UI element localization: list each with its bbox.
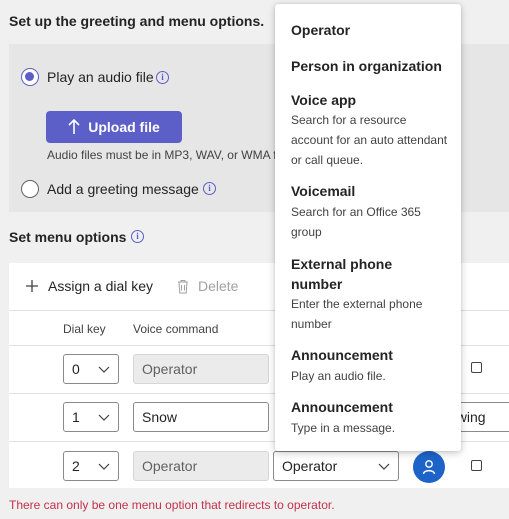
assign-dial-key-label: Assign a dial key bbox=[48, 278, 154, 294]
dial-key-column-header: Dial key bbox=[63, 322, 106, 336]
dial-key-value: 1 bbox=[72, 409, 80, 425]
info-icon[interactable]: i bbox=[156, 71, 169, 84]
audio-hint: Audio files must be in MP3, WAV, or WMA … bbox=[47, 148, 277, 162]
menu-heading: Set menu options bbox=[9, 229, 127, 245]
menu-item-voicemail-desc: Search for an Office 365 group bbox=[291, 205, 421, 239]
dial-key-value: 2 bbox=[72, 458, 80, 474]
play-audio-label: Play an audio file bbox=[47, 69, 154, 85]
dial-key-select[interactable]: 0 bbox=[63, 354, 119, 384]
menu-item-external-phone-number-desc: Enter the external phone number bbox=[291, 297, 423, 331]
info-icon[interactable]: i bbox=[203, 182, 216, 195]
menu-item-announcement-audio-desc: Play an audio file. bbox=[291, 369, 386, 383]
dial-key-select[interactable]: 2 bbox=[63, 451, 119, 481]
delete-label: Delete bbox=[198, 278, 239, 294]
play-audio-radio[interactable] bbox=[21, 68, 39, 86]
trash-icon bbox=[178, 279, 188, 293]
arrow-up-icon bbox=[68, 119, 80, 134]
row-checkbox[interactable] bbox=[471, 460, 482, 471]
upload-file-label: Upload file bbox=[88, 119, 160, 135]
info-icon[interactable]: i bbox=[131, 230, 144, 243]
plus-icon bbox=[26, 280, 38, 292]
voice-command-input[interactable]: Operator bbox=[133, 451, 269, 481]
upload-file-button[interactable]: Upload file bbox=[46, 111, 182, 143]
menu-item-announcement-audio[interactable]: Announcement bbox=[291, 345, 393, 365]
menu-item-announcement-text-desc: Type in a message. bbox=[291, 421, 396, 435]
chevron-down-icon bbox=[98, 463, 110, 470]
dial-key-value: 0 bbox=[72, 361, 80, 377]
chevron-down-icon bbox=[378, 463, 390, 470]
menu-item-external-phone-number[interactable]: External phone number bbox=[291, 254, 421, 294]
voice-command-input[interactable]: Operator bbox=[133, 354, 269, 384]
error-message: There can only be one menu option that r… bbox=[9, 498, 335, 512]
dial-key-select[interactable]: 1 bbox=[63, 402, 119, 432]
menu-item-voicemail[interactable]: Voicemail bbox=[291, 181, 355, 201]
redirect-options-menu: Operator Person in organization Voice ap… bbox=[275, 4, 461, 451]
menu-item-voice-app[interactable]: Voice app bbox=[291, 90, 356, 110]
greeting-heading: Set up the greeting and menu options. bbox=[9, 13, 265, 29]
chevron-down-icon bbox=[98, 414, 110, 421]
redirect-select[interactable]: Operator bbox=[273, 451, 399, 481]
add-greeting-label: Add a greeting message bbox=[47, 181, 199, 197]
delete-button[interactable]: Delete bbox=[177, 278, 238, 294]
menu-item-person-in-organization[interactable]: Person in organization bbox=[291, 56, 442, 76]
voice-command-column-header: Voice command bbox=[133, 322, 219, 336]
assign-dial-key-button[interactable]: Assign a dial key bbox=[25, 278, 153, 294]
menu-item-announcement-text[interactable]: Announcement bbox=[291, 397, 393, 417]
person-avatar-button[interactable] bbox=[413, 451, 445, 483]
redirect-value: Operator bbox=[282, 458, 338, 474]
menu-item-voice-app-desc: Search for a resource account for an aut… bbox=[291, 113, 448, 167]
voice-command-input[interactable]: Snow bbox=[133, 402, 269, 432]
add-greeting-radio[interactable] bbox=[21, 180, 39, 198]
person-icon bbox=[422, 460, 436, 475]
row-checkbox[interactable] bbox=[471, 362, 482, 373]
menu-item-operator[interactable]: Operator bbox=[291, 20, 350, 40]
chevron-down-icon bbox=[98, 366, 110, 373]
